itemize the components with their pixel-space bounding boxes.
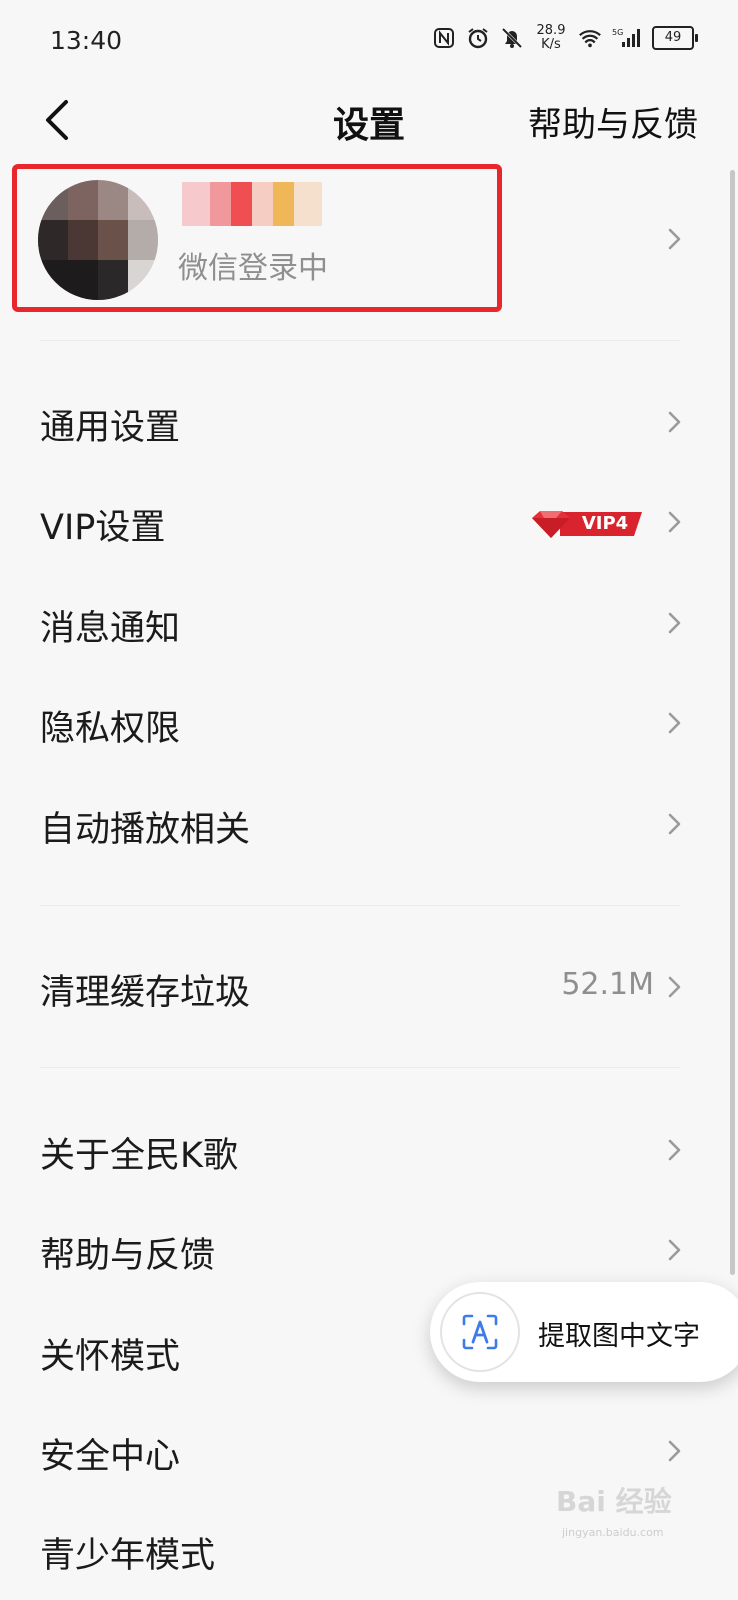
menu-item-clear-cache[interactable]: 清理缓存垃圾 52.1M	[0, 942, 738, 1032]
chevron-right-icon	[668, 1239, 681, 1261]
menu-item-about[interactable]: 关于全民K歌	[0, 1105, 738, 1195]
svg-text:5G: 5G	[612, 28, 623, 37]
menu-label: VIP设置	[40, 508, 166, 548]
chevron-right-icon	[668, 612, 681, 634]
alarm-icon	[466, 26, 490, 50]
login-status: 微信登录中	[178, 251, 328, 286]
status-icons: 28.9 K/s 5G 49	[432, 24, 698, 52]
extract-text-label: 提取图中文字	[538, 1321, 700, 1352]
vip-level-badge: VIP4	[530, 508, 646, 540]
menu-item-general-settings[interactable]: 通用设置	[0, 377, 738, 467]
menu-item-autoplay[interactable]: 自动播放相关	[0, 779, 738, 869]
watermark-brand: Bai 经验	[556, 1485, 672, 1518]
status-time: 13:40	[50, 26, 123, 55]
menu-label: 帮助与反馈	[40, 1236, 216, 1276]
nickname-pixelated	[182, 182, 322, 226]
menu-label: 消息通知	[40, 609, 181, 649]
divider	[40, 905, 680, 906]
chevron-right-icon	[668, 813, 681, 835]
chevron-right-icon	[668, 228, 681, 250]
status-bar: 13:40 28.9 K/s 5G 49	[0, 0, 738, 80]
menu-item-vip-settings[interactable]: VIP设置 VIP4	[0, 477, 738, 567]
network-speed: 28.9 K/s	[534, 24, 568, 52]
menu-label: 青少年模式	[40, 1536, 216, 1576]
chevron-right-icon	[668, 712, 681, 734]
top-navigation-bar: 设置 帮助与反馈	[0, 80, 738, 160]
nfc-icon	[432, 26, 456, 50]
battery-indicator: 49	[652, 26, 698, 50]
divider	[40, 1067, 680, 1068]
wifi-icon	[578, 26, 602, 50]
vip-badge-label: VIP4	[581, 513, 629, 534]
net-speed-value: 28.9	[536, 23, 566, 38]
extract-text-button[interactable]: 提取图中文字	[430, 1282, 738, 1382]
menu-label: 安全中心	[40, 1437, 181, 1477]
menu-item-privacy[interactable]: 隐私权限	[0, 678, 738, 768]
cache-size: 52.1M	[561, 967, 654, 1002]
menu-label: 自动播放相关	[40, 810, 251, 850]
chevron-right-icon	[668, 511, 681, 533]
chevron-right-icon	[668, 1139, 681, 1161]
menu-label: 通用设置	[40, 408, 181, 448]
menu-label: 隐私权限	[40, 709, 181, 749]
menu-label: 关于全民K歌	[40, 1136, 238, 1176]
chevron-right-icon	[668, 1440, 681, 1462]
net-speed-unit: K/s	[541, 37, 561, 52]
chevron-right-icon	[668, 976, 681, 998]
watermark-url: jingyan.baidu.com	[562, 1526, 664, 1539]
mute-icon	[500, 26, 524, 50]
signal-icon: 5G	[612, 26, 642, 50]
avatar[interactable]	[38, 180, 158, 300]
menu-label: 关怀模式	[40, 1337, 181, 1377]
divider	[40, 340, 680, 341]
text-scan-icon	[440, 1292, 520, 1372]
menu-item-notifications[interactable]: 消息通知	[0, 578, 738, 668]
baidu-watermark: Bai 经验 jingyan.baidu.com	[556, 1480, 706, 1540]
chevron-right-icon	[668, 411, 681, 433]
help-feedback-link[interactable]: 帮助与反馈	[528, 97, 698, 146]
menu-label: 清理缓存垃圾	[40, 973, 251, 1013]
